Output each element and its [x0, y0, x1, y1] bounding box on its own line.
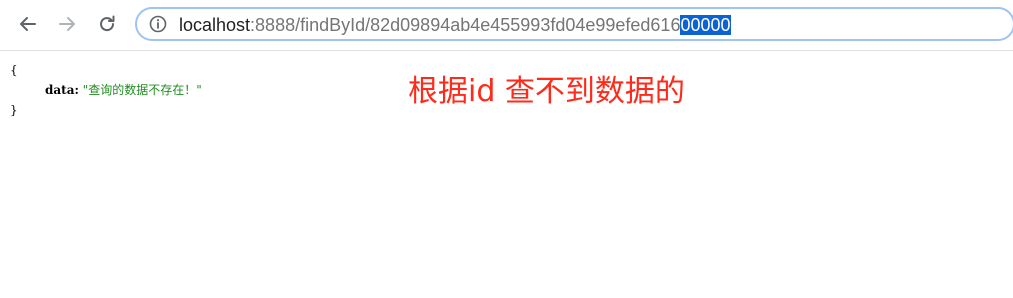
forward-button[interactable] [53, 10, 81, 38]
json-key: data [45, 83, 75, 97]
back-button[interactable] [14, 10, 42, 38]
reload-icon [100, 15, 115, 32]
json-close-brace: } [10, 103, 18, 117]
json-colon: : [74, 83, 79, 97]
json-data-row: data: "查询的数据不存在！" [10, 80, 202, 100]
back-arrow-icon [20, 17, 36, 31]
forward-arrow-icon [59, 17, 75, 31]
address-bar[interactable]: localhost:8888/findById/82d09894ab4e4559… [135, 7, 1013, 41]
annotation-note: 根据id 查不到数据的 [408, 74, 685, 109]
url-host: localhost [179, 15, 251, 35]
json-response: { data: "查询的数据不存在！" } [10, 60, 202, 120]
url-selected-text: 00000 [680, 15, 731, 35]
info-icon[interactable] [149, 15, 167, 33]
reload-button[interactable] [93, 10, 121, 38]
json-open-brace: { [10, 63, 18, 77]
browser-toolbar: localhost:8888/findById/82d09894ab4e4559… [0, 0, 1013, 51]
json-value: "查询的数据不存在！" [82, 83, 202, 97]
url-text[interactable]: localhost:8888/findById/82d09894ab4e4559… [179, 14, 731, 36]
url-path: :8888/findById/82d09894ab4e455993fd04e99… [250, 15, 681, 35]
